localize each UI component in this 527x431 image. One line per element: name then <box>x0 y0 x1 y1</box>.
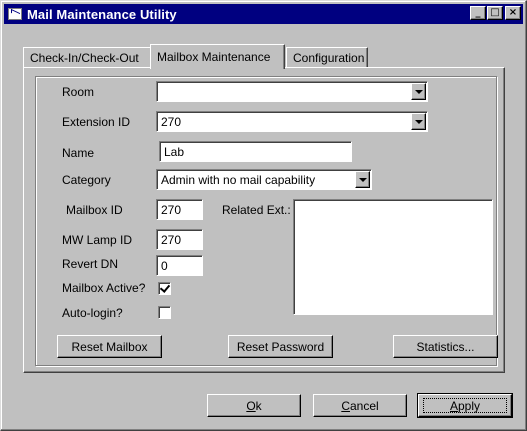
title-bar[interactable]: Mail Maintenance Utility _ □ × <box>4 4 523 24</box>
reset-password-label: Reset Password <box>236 339 325 354</box>
reset-password-button[interactable]: Reset Password <box>228 335 333 358</box>
mw-lamp-id-label: MW Lamp ID <box>62 233 133 247</box>
mailbox-id-field[interactable]: 270 <box>156 199 203 220</box>
tab-label: Check-In/Check-Out <box>30 51 139 65</box>
related-ext-label: Related Ext.: <box>222 203 291 217</box>
mailbox-active-label: Mailbox Active? <box>62 281 146 295</box>
reset-mailbox-label: Reset Mailbox <box>71 339 148 354</box>
room-label: Room <box>62 85 95 99</box>
ok-button[interactable]: Ok <box>207 394 301 417</box>
mailbox-active-checkbox[interactable] <box>158 282 171 295</box>
extension-id-label: Extension ID <box>62 115 131 129</box>
statistics-label: Statistics... <box>416 339 475 354</box>
auto-login-label: Auto-login? <box>62 306 123 320</box>
cancel-button[interactable]: Cancel <box>313 394 407 417</box>
room-dropdown[interactable] <box>156 81 428 102</box>
name-label: Name <box>62 146 95 160</box>
mw-lamp-id-value: 270 <box>161 233 182 247</box>
name-field[interactable]: Lab <box>159 141 352 162</box>
auto-login-checkbox[interactable] <box>158 306 171 319</box>
dropdown-arrow-icon[interactable] <box>411 113 426 130</box>
mailbox-id-value: 270 <box>161 203 182 217</box>
category-label: Category <box>62 173 111 187</box>
dropdown-arrow-icon[interactable] <box>355 171 370 188</box>
title-bar-buttons: _ □ × <box>469 6 521 20</box>
category-dropdown[interactable]: Admin with no mail capability <box>156 169 372 190</box>
ok-label-rest: k <box>255 398 262 413</box>
tab-label: Mailbox Maintenance <box>157 50 271 64</box>
related-ext-listbox[interactable] <box>293 199 493 315</box>
window-title: Mail Maintenance Utility <box>27 6 177 22</box>
maximize-icon[interactable]: □ <box>487 6 503 20</box>
cancel-label-rest: ancel <box>349 398 379 413</box>
mw-lamp-id-field[interactable]: 270 <box>156 229 203 250</box>
extension-id-dropdown[interactable]: 270 <box>156 111 428 132</box>
name-value: Lab <box>164 145 185 159</box>
revert-dn-label: Revert DN <box>62 257 119 271</box>
revert-dn-value: 0 <box>161 259 168 273</box>
apply-button[interactable]: Apply <box>417 393 513 418</box>
cancel-label: Cancel <box>341 399 378 413</box>
statistics-button[interactable]: Statistics... <box>393 335 498 358</box>
app-window-icon <box>8 8 22 20</box>
extension-id-value: 270 <box>161 115 182 129</box>
tab-configuration[interactable]: Configuration <box>286 47 368 68</box>
close-icon[interactable]: × <box>505 6 521 20</box>
minimize-icon[interactable]: _ <box>470 6 486 20</box>
mailbox-id-label: Mailbox ID <box>66 203 123 217</box>
cancel-mnemonic: C <box>341 398 350 413</box>
tab-mailbox-maintenance[interactable]: Mailbox Maintenance <box>150 44 285 69</box>
ok-label: Ok <box>246 399 261 413</box>
focus-rectangle <box>423 398 507 413</box>
category-value: Admin with no mail capability <box>161 173 316 187</box>
tab-label: Configuration <box>293 51 365 65</box>
dropdown-arrow-icon[interactable] <box>411 83 426 100</box>
main-window: Mail Maintenance Utility _ □ × Check-In/… <box>0 0 527 431</box>
reset-mailbox-button[interactable]: Reset Mailbox <box>57 335 162 358</box>
tab-check-in-check-out[interactable]: Check-In/Check-Out <box>23 47 152 68</box>
revert-dn-field[interactable]: 0 <box>156 255 203 276</box>
ok-mnemonic: O <box>246 398 256 413</box>
